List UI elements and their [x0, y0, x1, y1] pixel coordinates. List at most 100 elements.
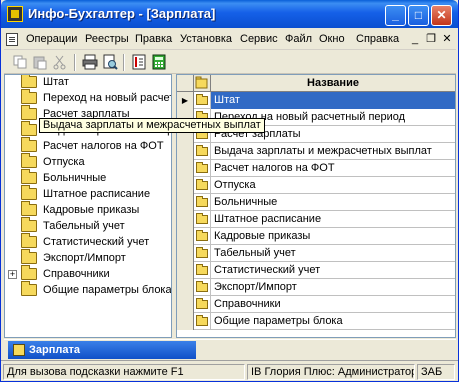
row-name: Общие параметры блока: [214, 315, 343, 327]
minimize-button[interactable]: _: [385, 5, 406, 26]
row-folder-cell: [194, 296, 211, 313]
row-folder-cell: [194, 194, 211, 211]
row-name: Выдача зарплаты и межрасчетных выплат: [214, 145, 432, 157]
navigation-tree[interactable]: Штат Переход на новый расчетн Расчет зар…: [4, 74, 172, 338]
app-icon[interactable]: [7, 6, 23, 22]
title-bar[interactable]: Инфо-Бухгалтер - [Зарплата] _ □ ✕: [1, 0, 458, 28]
menu-edit[interactable]: Правка: [135, 33, 172, 45]
folder-icon: [196, 230, 208, 241]
row-indicator[interactable]: [177, 143, 194, 160]
row-folder-cell: [194, 228, 211, 245]
folder-icon: [196, 94, 208, 105]
header-indicator-cell: [177, 75, 194, 92]
folder-icon: [21, 281, 37, 296]
tree-item-label: Кадровые приказы: [43, 204, 140, 216]
close-button[interactable]: ✕: [431, 5, 452, 26]
menu-settings[interactable]: Установка: [180, 33, 232, 45]
table-row[interactable]: Статистический учет: [177, 262, 455, 279]
folder-icon: [21, 75, 37, 88]
folder-icon: [196, 179, 208, 190]
row-name: Кадровые приказы: [214, 230, 311, 242]
row-name: Штат: [214, 94, 240, 106]
row-name: Отпуска: [214, 179, 256, 191]
folder-icon: [196, 196, 208, 207]
cut-icon[interactable]: [52, 54, 68, 70]
table-row[interactable]: Справочники: [177, 296, 455, 313]
print-icon[interactable]: [82, 54, 98, 70]
table-row[interactable]: Отпуска: [177, 177, 455, 194]
row-indicator[interactable]: [177, 177, 194, 194]
mdi-minimize-icon[interactable]: _: [408, 32, 422, 46]
header-folder-icon[interactable]: [194, 75, 211, 92]
menu-help[interactable]: Справка: [356, 33, 399, 45]
folder-icon: [196, 213, 208, 224]
report-icon[interactable]: [131, 54, 147, 70]
row-indicator[interactable]: ▶: [177, 92, 194, 109]
row-name: Расчет налогов на ФОТ: [214, 162, 335, 174]
paste-icon[interactable]: [32, 54, 48, 70]
tree-item-label: Больничные: [43, 172, 107, 184]
folder-icon: [21, 169, 37, 184]
maximize-button[interactable]: □: [408, 5, 429, 26]
mdi-restore-icon[interactable]: ❐: [424, 32, 438, 46]
menu-operations[interactable]: Операции: [26, 33, 77, 45]
row-indicator[interactable]: [177, 279, 194, 296]
row-folder-cell: [194, 211, 211, 228]
tree-item-label: Общие параметры блока: [43, 284, 172, 296]
row-name: Справочники: [214, 298, 281, 310]
table-row[interactable]: Экспорт/Импорт: [177, 279, 455, 296]
calculator-icon[interactable]: [151, 54, 167, 70]
tree-item-label: Расчет налогов на ФОТ: [43, 140, 164, 152]
tree-item-label: Отпуска: [43, 156, 85, 168]
table-row[interactable]: Общие параметры блока: [177, 313, 455, 330]
status-bar: Для вызова подсказки нажмите F1 IB Глори…: [1, 360, 458, 381]
menu-registers[interactable]: Реестры: [85, 33, 129, 45]
toolbar-separator: [123, 54, 125, 71]
table-row[interactable]: Кадровые приказы: [177, 228, 455, 245]
row-indicator[interactable]: [177, 194, 194, 211]
print-preview-icon[interactable]: [102, 54, 118, 70]
folder-icon: [21, 153, 37, 168]
task-payroll[interactable]: Зарплата: [8, 341, 196, 359]
selected-cell-highlight: [211, 92, 455, 109]
tree-item-label: Статистический учет: [43, 236, 150, 248]
row-indicator[interactable]: [177, 313, 194, 330]
folder-icon: [21, 265, 37, 280]
column-header-name[interactable]: Название: [211, 77, 455, 89]
mdi-close-icon[interactable]: ✕: [440, 32, 454, 46]
status-hint: Для вызова подсказки нажмите F1: [3, 364, 245, 380]
row-indicator[interactable]: [177, 160, 194, 177]
folder-icon: [196, 145, 208, 156]
status-database: IB Глория Плюс: Администратор: [247, 364, 415, 380]
row-indicator[interactable]: [177, 211, 194, 228]
table-row[interactable]: Штатное расписание: [177, 211, 455, 228]
folder-icon: [196, 281, 208, 292]
table-row[interactable]: ▶ Штат: [177, 92, 455, 109]
copy-icon[interactable]: [12, 54, 28, 70]
folder-icon: [21, 185, 37, 200]
menu-bar: Операции Реестры Правка Установка Сервис…: [4, 30, 456, 50]
folder-icon: [196, 162, 208, 173]
row-folder-cell: [194, 160, 211, 177]
row-indicator[interactable]: [177, 296, 194, 313]
row-indicator[interactable]: [177, 228, 194, 245]
menu-file[interactable]: Файл: [285, 33, 312, 45]
menu-service[interactable]: Сервис: [240, 33, 278, 45]
row-folder-cell: [194, 262, 211, 279]
toolbar-separator: [74, 54, 76, 71]
table-row[interactable]: Больничные: [177, 194, 455, 211]
table-row[interactable]: Табельный учет: [177, 245, 455, 262]
table-row[interactable]: Выдача зарплаты и межрасчетных выплат: [177, 143, 455, 160]
row-indicator[interactable]: [177, 262, 194, 279]
module-icon: [13, 344, 25, 356]
task-label: Зарплата: [29, 344, 80, 356]
expand-icon[interactable]: +: [8, 270, 17, 279]
row-indicator[interactable]: [177, 245, 194, 262]
menu-window[interactable]: Окно: [319, 33, 345, 45]
table-row[interactable]: Расчет налогов на ФОТ: [177, 160, 455, 177]
folder-icon: [21, 217, 37, 232]
document-icon[interactable]: [6, 33, 18, 46]
tree-item-label: Табельный учет: [43, 220, 125, 232]
app-window: Инфо-Бухгалтер - [Зарплата] _ □ ✕ Операц…: [0, 0, 459, 382]
modules-grid[interactable]: Название ▶ Штат Переход на новый расчетный…: [176, 74, 456, 338]
